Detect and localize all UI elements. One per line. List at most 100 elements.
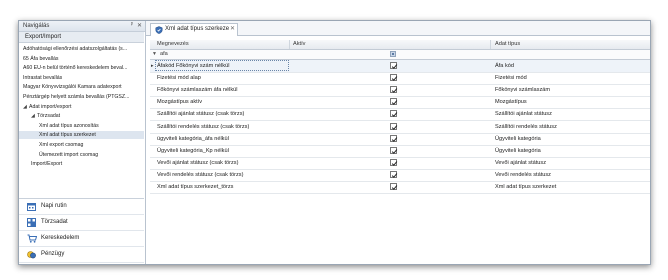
- table-row[interactable]: Ügyviteli kategória_Kp nélkül Ügyviteli k…: [150, 145, 650, 158]
- check-icon: [391, 64, 398, 69]
- active-checkbox[interactable]: [390, 110, 398, 118]
- cell-adat-tipus[interactable]: Vevői rendelés státusz: [495, 172, 551, 178]
- tree-item[interactable]: Pénztárgép helyett számla bevallás (PTGS…: [19, 93, 144, 101]
- module-label: Törzsadat: [41, 219, 68, 225]
- table-row[interactable]: Szállítói rendelés státusz (csak törzs) S…: [150, 121, 650, 134]
- cell-adat-tipus[interactable]: Xml adat típus szerkezet: [495, 184, 556, 190]
- module-napi-rutin[interactable]: Napi rutin: [19, 199, 144, 215]
- active-checkbox[interactable]: [390, 74, 398, 82]
- tree-item-label: Import/Export: [31, 161, 63, 168]
- cell-megnevezes[interactable]: ügyviteli kategória_áfa nélkül: [157, 136, 229, 142]
- cell-adat-tipus[interactable]: Vevői ajánlat státusz: [495, 160, 546, 166]
- cell-megnevezes[interactable]: Xml adat típus szerkezet_törzs: [157, 184, 233, 190]
- close-navigation-icon[interactable]: ✕: [137, 22, 142, 29]
- tree-item[interactable]: Intrastat bevallás: [19, 74, 144, 82]
- application-window: Navigálás ᵖ ✕ Export/Import Adóhatósági …: [18, 20, 651, 265]
- cell-megnevezes[interactable]: Vevői ajánlat státusz (csak törzs): [157, 160, 238, 166]
- tree-item[interactable]: 65 Áfa bevallás: [19, 55, 144, 63]
- filter-row: ▼ afa: [150, 50, 650, 60]
- cell-adat-tipus[interactable]: Szállítói rendelés státusz: [495, 124, 557, 130]
- cell-adat-tipus[interactable]: Főkönyvi számlaszám: [495, 87, 550, 93]
- cell-megnevezes[interactable]: Szállítói rendelés státusz (csak törzs): [157, 124, 249, 130]
- tree-item[interactable]: Xml export csomag: [19, 141, 144, 149]
- module-label: Kereskedelem: [41, 235, 80, 241]
- cell-megnevezes[interactable]: Ügyviteli kategória_Kp nélkül: [157, 148, 229, 154]
- tab-xml-adat-tipus-szerkezet[interactable]: Xml adat típus szerkeze ✕: [150, 23, 238, 36]
- close-tab-icon[interactable]: ✕: [230, 25, 235, 32]
- name-filter-input[interactable]: afa: [160, 51, 168, 57]
- cell-adat-tipus[interactable]: Mozgástípus: [495, 99, 527, 105]
- table-row[interactable]: ügyviteli kategória_áfa nélkül Ügyviteli …: [150, 133, 650, 146]
- table-row[interactable]: Xml adat típus szerkezet_törzs Xml adat t…: [150, 181, 650, 194]
- table-row[interactable]: Vevői rendelés státusz (csak törzs) Vevői…: [150, 169, 650, 182]
- column-header-adat-tipus[interactable]: Adat típus: [495, 41, 520, 47]
- active-checkbox[interactable]: [390, 183, 398, 190]
- table-row[interactable]: Fizetési mód alap Fizetési mód: [150, 72, 650, 86]
- tree-item[interactable]: ◢ Törzsadat: [19, 112, 144, 120]
- module-label: Napi rutin: [41, 203, 67, 209]
- module-kereskedelem[interactable]: Kereskedelem: [19, 231, 144, 247]
- cell-megnevezes[interactable]: Mozgástípus aktív: [157, 99, 202, 105]
- tree-item-label: Adat import/export: [29, 103, 72, 110]
- cart-icon: [27, 234, 37, 243]
- check-icon: [391, 173, 398, 178]
- active-checkbox[interactable]: [390, 62, 398, 69]
- column-header-aktiv[interactable]: Aktív: [293, 41, 305, 47]
- cell-adat-tipus[interactable]: Áfa kód: [495, 63, 514, 69]
- cell-adat-tipus[interactable]: Szállítói ajánlat státusz: [495, 111, 552, 117]
- cell-adat-tipus[interactable]: Ügyviteli kategória: [495, 136, 541, 142]
- column-header-megnevezes[interactable]: Megnevezés: [157, 41, 189, 47]
- cell-megnevezes[interactable]: Áfakód Főkönyvi szám nélkül: [157, 63, 229, 69]
- active-checkbox[interactable]: [390, 158, 398, 166]
- tree-item[interactable]: Import/Export: [19, 160, 144, 168]
- active-checkbox[interactable]: [390, 170, 398, 178]
- navigation-section-title: Export/Import: [25, 34, 62, 40]
- navigation-title: Navigálás: [23, 23, 50, 29]
- active-checkbox[interactable]: [390, 122, 398, 130]
- cell-megnevezes[interactable]: Főkönyvi számlaszám áfa nélkül: [157, 87, 238, 93]
- table-row[interactable]: Vevői ajánlat státusz (csak törzs) Vevői …: [150, 157, 650, 170]
- column-separator[interactable]: [490, 40, 491, 49]
- check-icon: [391, 148, 398, 154]
- column-separator[interactable]: [289, 40, 290, 49]
- table-row[interactable]: Szállítói ajánlat státusz (csak törzs) Sz…: [150, 108, 650, 122]
- tree-item-label: Adóhatósági ellenőrzési adatszolgáltatás…: [23, 46, 128, 52]
- table-row[interactable]: Főkönyvi számlaszám áfa nélkül Főkönyvi s…: [150, 84, 650, 98]
- tree-item[interactable]: Xml adat típus azonosítás: [19, 122, 144, 130]
- active-checkbox[interactable]: [390, 86, 398, 94]
- module-list: Napi rutin Törzsadat Kereskedelem Pénzüg…: [19, 198, 144, 263]
- navigation-section-header[interactable]: Export/Import: [19, 32, 144, 43]
- table-row[interactable]: Mozgástípus aktív Mozgástípus: [150, 96, 650, 110]
- cell-megnevezes[interactable]: Fizetési mód alap: [157, 75, 201, 81]
- cell-adat-tipus[interactable]: Ügyviteli kategória: [495, 148, 541, 154]
- grid-icon: [27, 218, 36, 227]
- tree-item-label: Xml adat típus azonosítás: [39, 122, 99, 129]
- tree-item[interactable]: ◢ Adat import/export: [19, 103, 144, 111]
- tree-item-label: Xml adat típus szerkezet: [39, 132, 96, 139]
- pin-icon[interactable]: ᵖ: [131, 22, 133, 28]
- active-checkbox[interactable]: [390, 134, 398, 142]
- tree-item[interactable]: Adóhatósági ellenőrzési adatszolgáltatás…: [19, 45, 144, 53]
- tree-item[interactable]: Xml adat típus szerkezet: [19, 131, 144, 140]
- active-checkbox[interactable]: [390, 98, 398, 106]
- tree-item[interactable]: A60 EU-n belül történő kereskedelem beva…: [19, 64, 144, 72]
- navigation-header: Navigálás ᵖ ✕: [19, 21, 145, 32]
- active-filter-checkbox[interactable]: [390, 51, 396, 57]
- check-icon: [391, 161, 398, 166]
- cell-megnevezes[interactable]: Vevői rendelés státusz (csak törzs): [157, 172, 243, 178]
- filter-icon: ▼: [152, 51, 157, 57]
- active-checkbox[interactable]: [390, 146, 398, 154]
- tree-item-label: Pénztárgép helyett számla bevallás (PTGS…: [23, 94, 130, 100]
- tree-item-label: Intrastat bevallás: [23, 74, 63, 81]
- module-torzsadat[interactable]: Törzsadat: [19, 215, 144, 231]
- check-icon: [391, 76, 398, 82]
- check-icon: [391, 185, 398, 190]
- cell-adat-tipus[interactable]: Fizetési mód: [495, 75, 527, 81]
- table-row[interactable]: ▸ Áfakód Főkönyvi szám nélkül Áfa kód: [150, 60, 650, 73]
- tree-item-label: Xml export csomag: [39, 142, 84, 148]
- module-penzugy[interactable]: Pénzügy: [19, 247, 144, 263]
- tree-item[interactable]: Ütemezett import csomag: [19, 151, 144, 159]
- grid-header: Megnevezés Aktív Adat típus: [150, 40, 650, 50]
- cell-megnevezes[interactable]: Szállítói ajánlat státusz (csak törzs): [157, 111, 244, 117]
- tree-item[interactable]: Magyar Könyvvizsgálói Kamara adatexport: [19, 83, 144, 91]
